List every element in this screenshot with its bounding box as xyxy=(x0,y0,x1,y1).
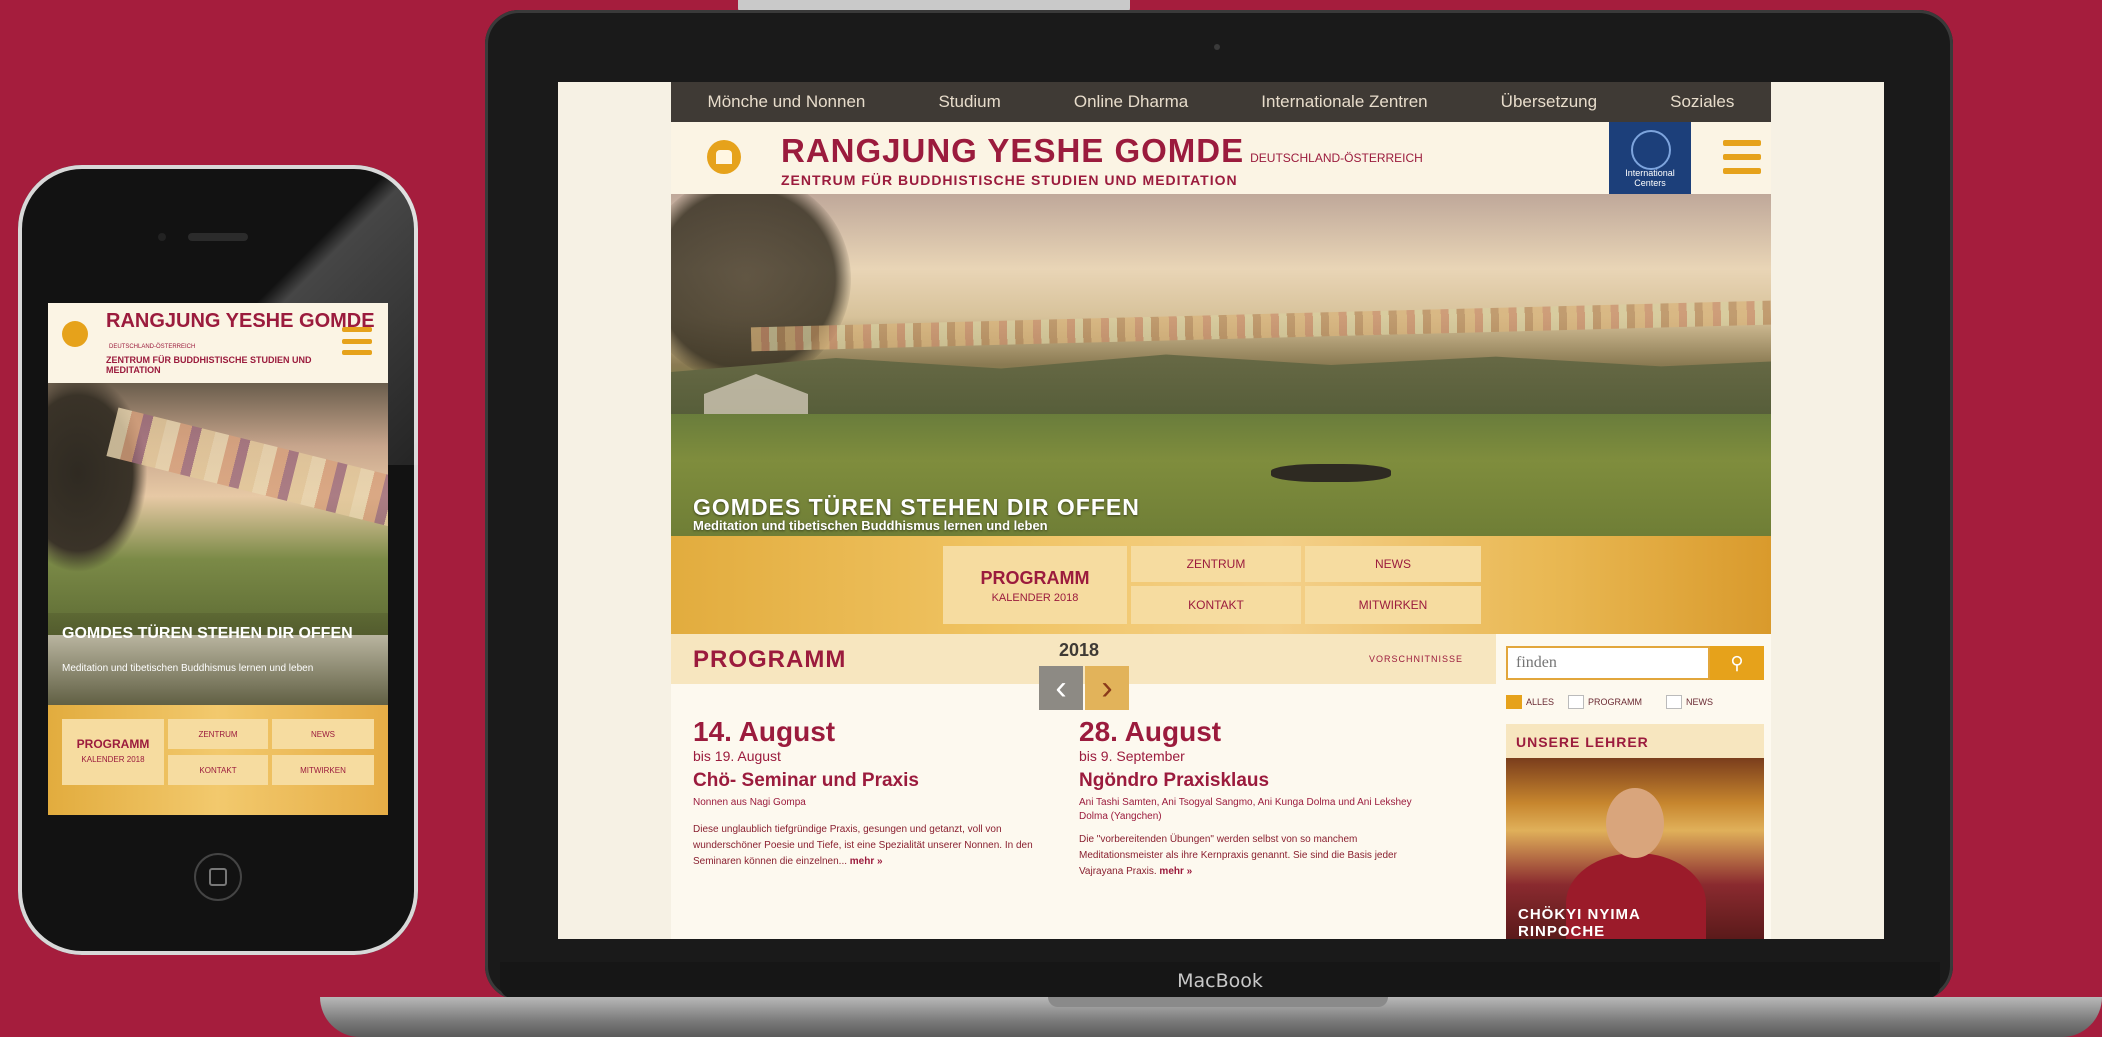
nav-item-online-dharma[interactable]: Online Dharma xyxy=(1074,92,1188,112)
site-title-text: RANGJUNG YESHE GOMDE xyxy=(781,132,1245,169)
hero-subtitle: Meditation und tibetischen Buddhismus le… xyxy=(693,518,1048,533)
site-title-text: RANGJUNG YESHE GOMDE xyxy=(106,310,375,332)
website: Mönche und Nonnen Studium Online Dharma … xyxy=(671,82,1771,939)
hero-image xyxy=(48,383,388,635)
event-description-text: Die "vorbereitenden Übungen" werden selb… xyxy=(1079,834,1397,877)
next-arrow-icon[interactable]: › xyxy=(1085,666,1129,710)
kontakt-link[interactable]: KONTAKT xyxy=(168,755,268,785)
nav-item-uebersetzung[interactable]: Übersetzung xyxy=(1501,92,1597,112)
filter-news[interactable]: NEWS xyxy=(1666,695,1713,709)
mitwirken-link[interactable]: MITWIRKEN xyxy=(272,755,374,785)
previous-arrow-icon[interactable]: ‹ xyxy=(1039,666,1083,710)
site-title[interactable]: RANGJUNG YESHE GOMDE DEUTSCHLAND-ÖSTERREI… xyxy=(781,132,1423,170)
quicklinks: PROGRAMM KALENDER 2018 ZENTRUM NEWS KONT… xyxy=(48,705,388,815)
hero-subtitle: Meditation und tibetischen Buddhismus le… xyxy=(62,663,314,674)
site-country: DEUTSCHLAND-ÖSTERREICH xyxy=(1250,151,1423,165)
more-link[interactable]: mehr » xyxy=(850,856,883,867)
teachers-header: UNSERE LEHRER xyxy=(1506,724,1764,758)
site-country: DEUTSCHLAND-ÖSTERREICH xyxy=(109,344,196,350)
news-link[interactable]: NEWS xyxy=(272,719,374,749)
nav-item-studium[interactable]: Studium xyxy=(938,92,1000,112)
phone-speaker xyxy=(188,233,248,241)
event-title[interactable]: Ngöndro Praxisklaus xyxy=(1079,770,1429,792)
filter-label: NEWS xyxy=(1686,697,1713,707)
nav-item-soziales[interactable]: Soziales xyxy=(1670,92,1734,112)
filter-label: PROGRAMM xyxy=(1588,697,1642,707)
search-input[interactable] xyxy=(1506,646,1710,680)
menu-icon[interactable] xyxy=(342,327,372,355)
phone-device: RANGJUNG YESHE GOMDE DEUTSCHLAND-ÖSTERRE… xyxy=(18,165,418,955)
logo-icon[interactable] xyxy=(62,321,88,347)
logo-icon[interactable] xyxy=(707,140,741,174)
zentrum-link[interactable]: ZENTRUM xyxy=(1131,546,1301,582)
programm-button[interactable]: PROGRAMM KALENDER 2018 xyxy=(62,719,164,785)
meditation-platform xyxy=(1271,464,1391,482)
globe-icon xyxy=(1631,130,1671,170)
phone-screen: RANGJUNG YESHE GOMDE DEUTSCHLAND-ÖSTERRE… xyxy=(48,303,388,815)
site-subtitle: ZENTRUM FÜR BUDDHISTISCHE STUDIEN UND ME… xyxy=(781,172,1238,188)
checkbox-icon xyxy=(1506,695,1522,709)
international-centers-badge[interactable]: International Centers xyxy=(1609,122,1691,194)
programm-button[interactable]: PROGRAMM KALENDER 2018 xyxy=(943,546,1127,624)
teachers-heading: UNSERE LEHRER xyxy=(1516,734,1649,750)
phone-camera xyxy=(158,233,166,241)
event-date: 28. August xyxy=(1079,716,1222,747)
year-label: 2018 xyxy=(1059,640,1100,660)
event-teachers: Ani Tashi Samten, Ani Tsogyal Sangmo, An… xyxy=(1079,797,1412,822)
prayer-flags xyxy=(750,300,1771,352)
sidebar: ⚲ ALLES PROGRAMM NEWS UNSERE LEHRER CHÖK… xyxy=(1496,634,1771,939)
teacher-face xyxy=(1606,788,1664,858)
top-navigation: Mönche und Nonnen Studium Online Dharma … xyxy=(671,82,1771,122)
programm-label: PROGRAMM xyxy=(76,737,150,751)
hero-title: GOMDES TÜREN STEHEN DIR OFFEN xyxy=(693,494,1140,520)
programm-label: PROGRAMM xyxy=(980,568,1090,588)
tree-silhouette xyxy=(671,194,851,384)
hills xyxy=(671,354,1771,414)
event-description: Diese unglaublich tiefgründige Praxis, g… xyxy=(693,822,1043,870)
event-until: bis 19. August xyxy=(693,748,781,764)
event-date: 14. August xyxy=(693,716,836,747)
programm-sublabel: KALENDER 2018 xyxy=(991,592,1079,604)
nav-item-moenche[interactable]: Mönche und Nonnen xyxy=(708,92,866,112)
event-until: bis 9. September xyxy=(1079,748,1185,764)
brand-label: MacBook xyxy=(1177,970,1263,992)
quicklinks: PROGRAMM KALENDER 2018 ZENTRUM NEWS KONT… xyxy=(671,536,1771,634)
event-description: Die "vorbereitenden Übungen" werden selb… xyxy=(1079,832,1429,880)
site-header: RANGJUNG YESHE GOMDE DEUTSCHLAND-ÖSTERREI… xyxy=(671,122,1771,194)
hero-title: GOMDES TÜREN STEHEN DIR OFFEN xyxy=(62,625,353,642)
intl-badge-label: International Centers xyxy=(1625,168,1675,188)
checkbox-icon xyxy=(1568,695,1584,709)
kontakt-link[interactable]: KONTAKT xyxy=(1131,586,1301,624)
filter-programm[interactable]: PROGRAMM xyxy=(1568,695,1642,709)
zentrum-link[interactable]: ZENTRUM xyxy=(168,719,268,749)
more-link[interactable]: mehr » xyxy=(1159,866,1192,877)
search-icon[interactable]: ⚲ xyxy=(1710,646,1764,680)
menu-icon[interactable] xyxy=(1723,140,1761,174)
event-title[interactable]: Chö- Seminar und Praxis xyxy=(693,770,1043,792)
checkbox-icon xyxy=(1666,695,1682,709)
laptop-screen: Mönche und Nonnen Studium Online Dharma … xyxy=(558,82,1884,939)
event-teachers: Nonnen aus Nagi Gompa xyxy=(693,797,806,808)
event-card[interactable]: 28. August bis 9. September Ngöndro Prax… xyxy=(1079,716,1429,880)
home-button[interactable] xyxy=(194,853,242,901)
program-heading: PROGRAMM xyxy=(693,646,847,673)
event-card[interactable]: 14. August bis 19. August Chö- Seminar u… xyxy=(693,716,1043,870)
archive-link[interactable]: VORSCHNITNISSE xyxy=(1369,654,1463,664)
news-link[interactable]: NEWS xyxy=(1305,546,1481,582)
laptop-camera xyxy=(1214,44,1220,50)
teacher-name: CHÖKYI NYIMA RINPOCHE xyxy=(1518,906,1641,939)
site-subtitle: ZENTRUM FÜR BUDDHISTISCHE STUDIEN UND ME… xyxy=(106,355,312,375)
teacher-photo[interactable]: CHÖKYI NYIMA RINPOCHE xyxy=(1506,758,1764,939)
filter-alles[interactable]: ALLES xyxy=(1506,695,1555,709)
programm-sublabel: KALENDER 2018 xyxy=(81,755,145,764)
nav-item-zentren[interactable]: Internationale Zentren xyxy=(1261,92,1427,112)
prayer-flags xyxy=(106,407,388,529)
filter-label: ALLES xyxy=(1526,697,1555,707)
laptop-opening-notch xyxy=(1048,997,1388,1007)
mitwirken-link[interactable]: MITWIRKEN xyxy=(1305,586,1481,624)
hero-image: GOMDES TÜREN STEHEN DIR OFFEN Meditation… xyxy=(671,194,1771,536)
